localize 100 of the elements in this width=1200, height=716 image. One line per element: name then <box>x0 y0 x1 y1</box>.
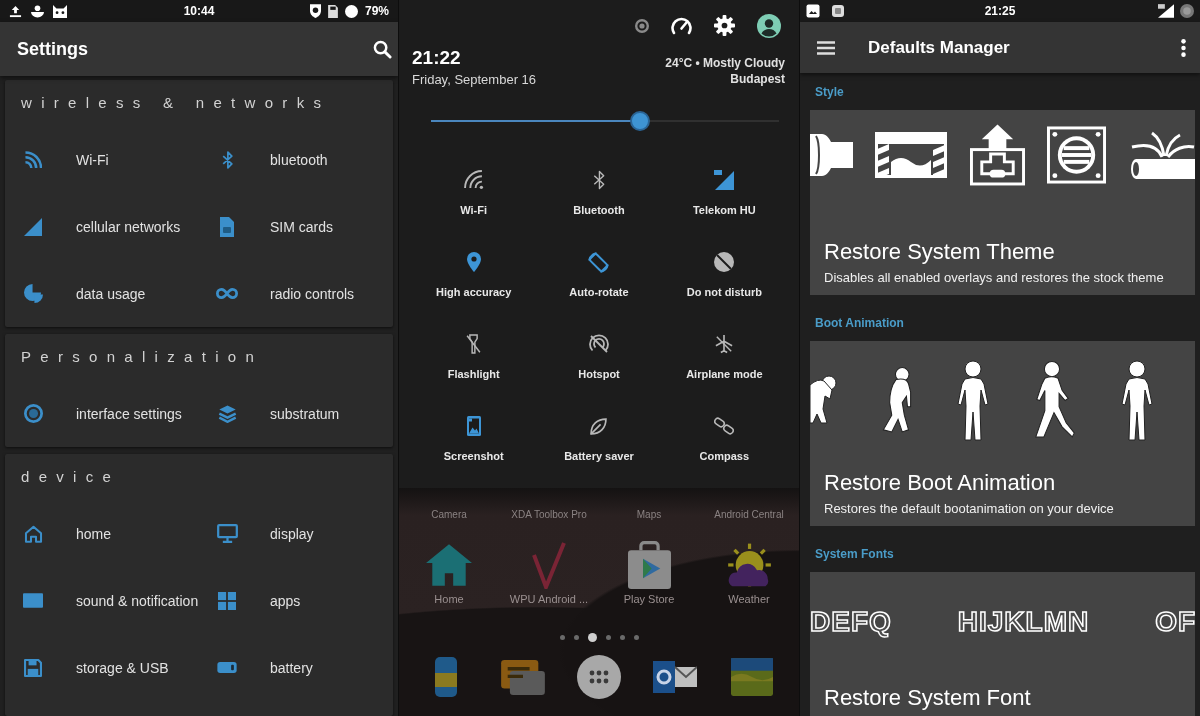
app-shortcut[interactable]: Play Store <box>623 541 675 606</box>
status-time: 10:44 <box>183 4 215 18</box>
record-icon[interactable] <box>635 18 649 33</box>
tube-icon <box>810 134 853 176</box>
house-box-icon <box>969 124 1025 186</box>
quick-settings-tile[interactable]: Do not disturb <box>686 252 762 299</box>
app-shortcut[interactable]: WPU Android ... <box>509 541 589 606</box>
avatar-icon[interactable] <box>757 13 781 38</box>
settings-item[interactable]: SIM cards <box>216 216 333 237</box>
brightness-track[interactable] <box>431 111 779 131</box>
card-title: Restore System Theme <box>824 238 1055 266</box>
settings-item[interactable]: home <box>22 524 112 543</box>
battery-icon <box>217 662 237 673</box>
app-drawer-icon[interactable] <box>577 655 621 699</box>
settings-item[interactable]: radio controls <box>216 284 355 303</box>
circle-icon <box>1180 4 1194 18</box>
app-shortcut[interactable]: Home <box>425 541 473 606</box>
sd-card-icon <box>327 4 338 18</box>
settings-item[interactable]: cellular networks <box>22 217 181 236</box>
hunched-figure-icon <box>882 367 912 433</box>
sun-cloud-icon <box>726 541 772 589</box>
section-title: wireless & networks <box>21 94 331 112</box>
quick-settings-tile[interactable]: Wi-Fi <box>460 170 488 217</box>
quick-settings-tile[interactable]: Bluetooth <box>573 170 625 217</box>
quick-settings-tile[interactable]: Hotspot <box>578 334 620 381</box>
section-title: device <box>21 468 121 486</box>
sim-card-icon <box>220 216 234 237</box>
circle-icon <box>344 4 358 18</box>
pie-chart-icon <box>23 284 43 303</box>
app-label: XDA Toolbox Pro <box>511 508 587 522</box>
bluetooth-icon <box>221 150 233 169</box>
quick-settings-tile[interactable]: Compass <box>699 416 750 463</box>
settings-item[interactable]: display <box>216 524 314 543</box>
ring-icon <box>23 404 43 423</box>
shield-icon <box>309 4 321 18</box>
preview-card[interactable]: Restore System Theme Disables all enabled overlays and restores the stock theme <box>810 110 1195 295</box>
card-title: Restore Boot Animation <box>824 469 1056 497</box>
home-icon <box>23 524 43 543</box>
layers-icon <box>217 404 237 423</box>
more-options-icon[interactable] <box>1181 38 1186 57</box>
settings-item[interactable]: sound & notification <box>22 591 199 610</box>
standing-figure-icon <box>1121 359 1153 441</box>
envelope-icon[interactable] <box>653 661 698 693</box>
standing-figure-icon <box>957 359 989 441</box>
app-title: Defaults Manager <box>868 36 1010 59</box>
search-icon[interactable] <box>373 39 392 59</box>
vent-icon <box>1046 126 1106 184</box>
signal-icon <box>24 217 42 236</box>
cup-icon <box>31 4 44 18</box>
card-title: Restore System Font <box>824 684 1031 712</box>
rounded-square-icon <box>832 5 844 17</box>
quick-settings-tile[interactable]: Airplane mode <box>686 334 763 381</box>
wifi-icon <box>24 150 42 169</box>
walking-figure-icon <box>1034 361 1076 439</box>
app-label: Camera <box>431 508 467 522</box>
notes-icon[interactable] <box>500 659 545 695</box>
settings-item[interactable]: Wi-Fi <box>22 150 109 169</box>
quick-settings-tile[interactable]: Screenshot <box>443 416 504 463</box>
section-heading: System Fonts <box>815 546 894 562</box>
monitor-icon <box>216 524 238 543</box>
section-heading: Boot Animation <box>815 315 904 331</box>
settings-item[interactable]: storage & USB <box>22 658 169 677</box>
settings-item[interactable]: bluetooth <box>216 150 328 169</box>
preview-card[interactable]: Restore Boot Animation Restores the default bootanimation on your device <box>810 341 1195 526</box>
slider-thumb[interactable] <box>629 111 650 131</box>
menu-icon[interactable] <box>817 40 835 55</box>
shopping-bag-play-icon <box>627 541 671 589</box>
settings-item[interactable]: substratum <box>216 404 340 423</box>
quick-settings-tile[interactable]: Flashlight <box>447 334 500 381</box>
preview-card[interactable]: DEFQ HIJKLMN OF Restore System Font <box>810 572 1195 716</box>
settings-item[interactable]: interface settings <box>22 404 182 423</box>
font-sample: HIJKLMN <box>957 605 1090 639</box>
quick-settings-tile[interactable]: High accuracy <box>436 252 512 299</box>
landscape-icon[interactable] <box>730 658 773 696</box>
hatched-frame-icon <box>875 132 948 178</box>
rectangle-icon <box>23 593 43 608</box>
signal-icon <box>1158 4 1174 18</box>
app-label: Maps <box>636 508 662 522</box>
app-shortcut[interactable]: Weather <box>726 541 772 606</box>
canister-icon[interactable] <box>435 657 458 697</box>
upload-icon <box>9 4 22 18</box>
quick-settings-tile[interactable]: Battery saver <box>564 416 634 463</box>
app-label: Android Central <box>714 508 784 522</box>
location-text: Budapest <box>730 71 785 87</box>
stooped-figure-icon <box>810 375 837 425</box>
quick-settings-tile[interactable]: Telekom HU <box>692 170 756 217</box>
cat-face-icon <box>53 4 67 18</box>
font-sample: OF <box>1155 605 1195 639</box>
weather-text: 24°C • Mostly Cloudy <box>665 55 785 71</box>
status-time: 21:25 <box>984 4 1016 18</box>
settings-icon[interactable] <box>714 15 735 36</box>
image-icon <box>806 4 820 18</box>
settings-item[interactable]: data usage <box>22 284 146 303</box>
clock-time: 21:22 <box>412 47 461 69</box>
settings-item[interactable]: apps <box>216 591 301 610</box>
quick-settings-tile[interactable]: Auto-rotate <box>569 252 629 299</box>
infinity-icon <box>216 288 238 299</box>
gauge-icon[interactable] <box>671 16 692 35</box>
settings-item[interactable]: battery <box>216 658 313 677</box>
font-sample: DEFQ <box>810 605 892 639</box>
